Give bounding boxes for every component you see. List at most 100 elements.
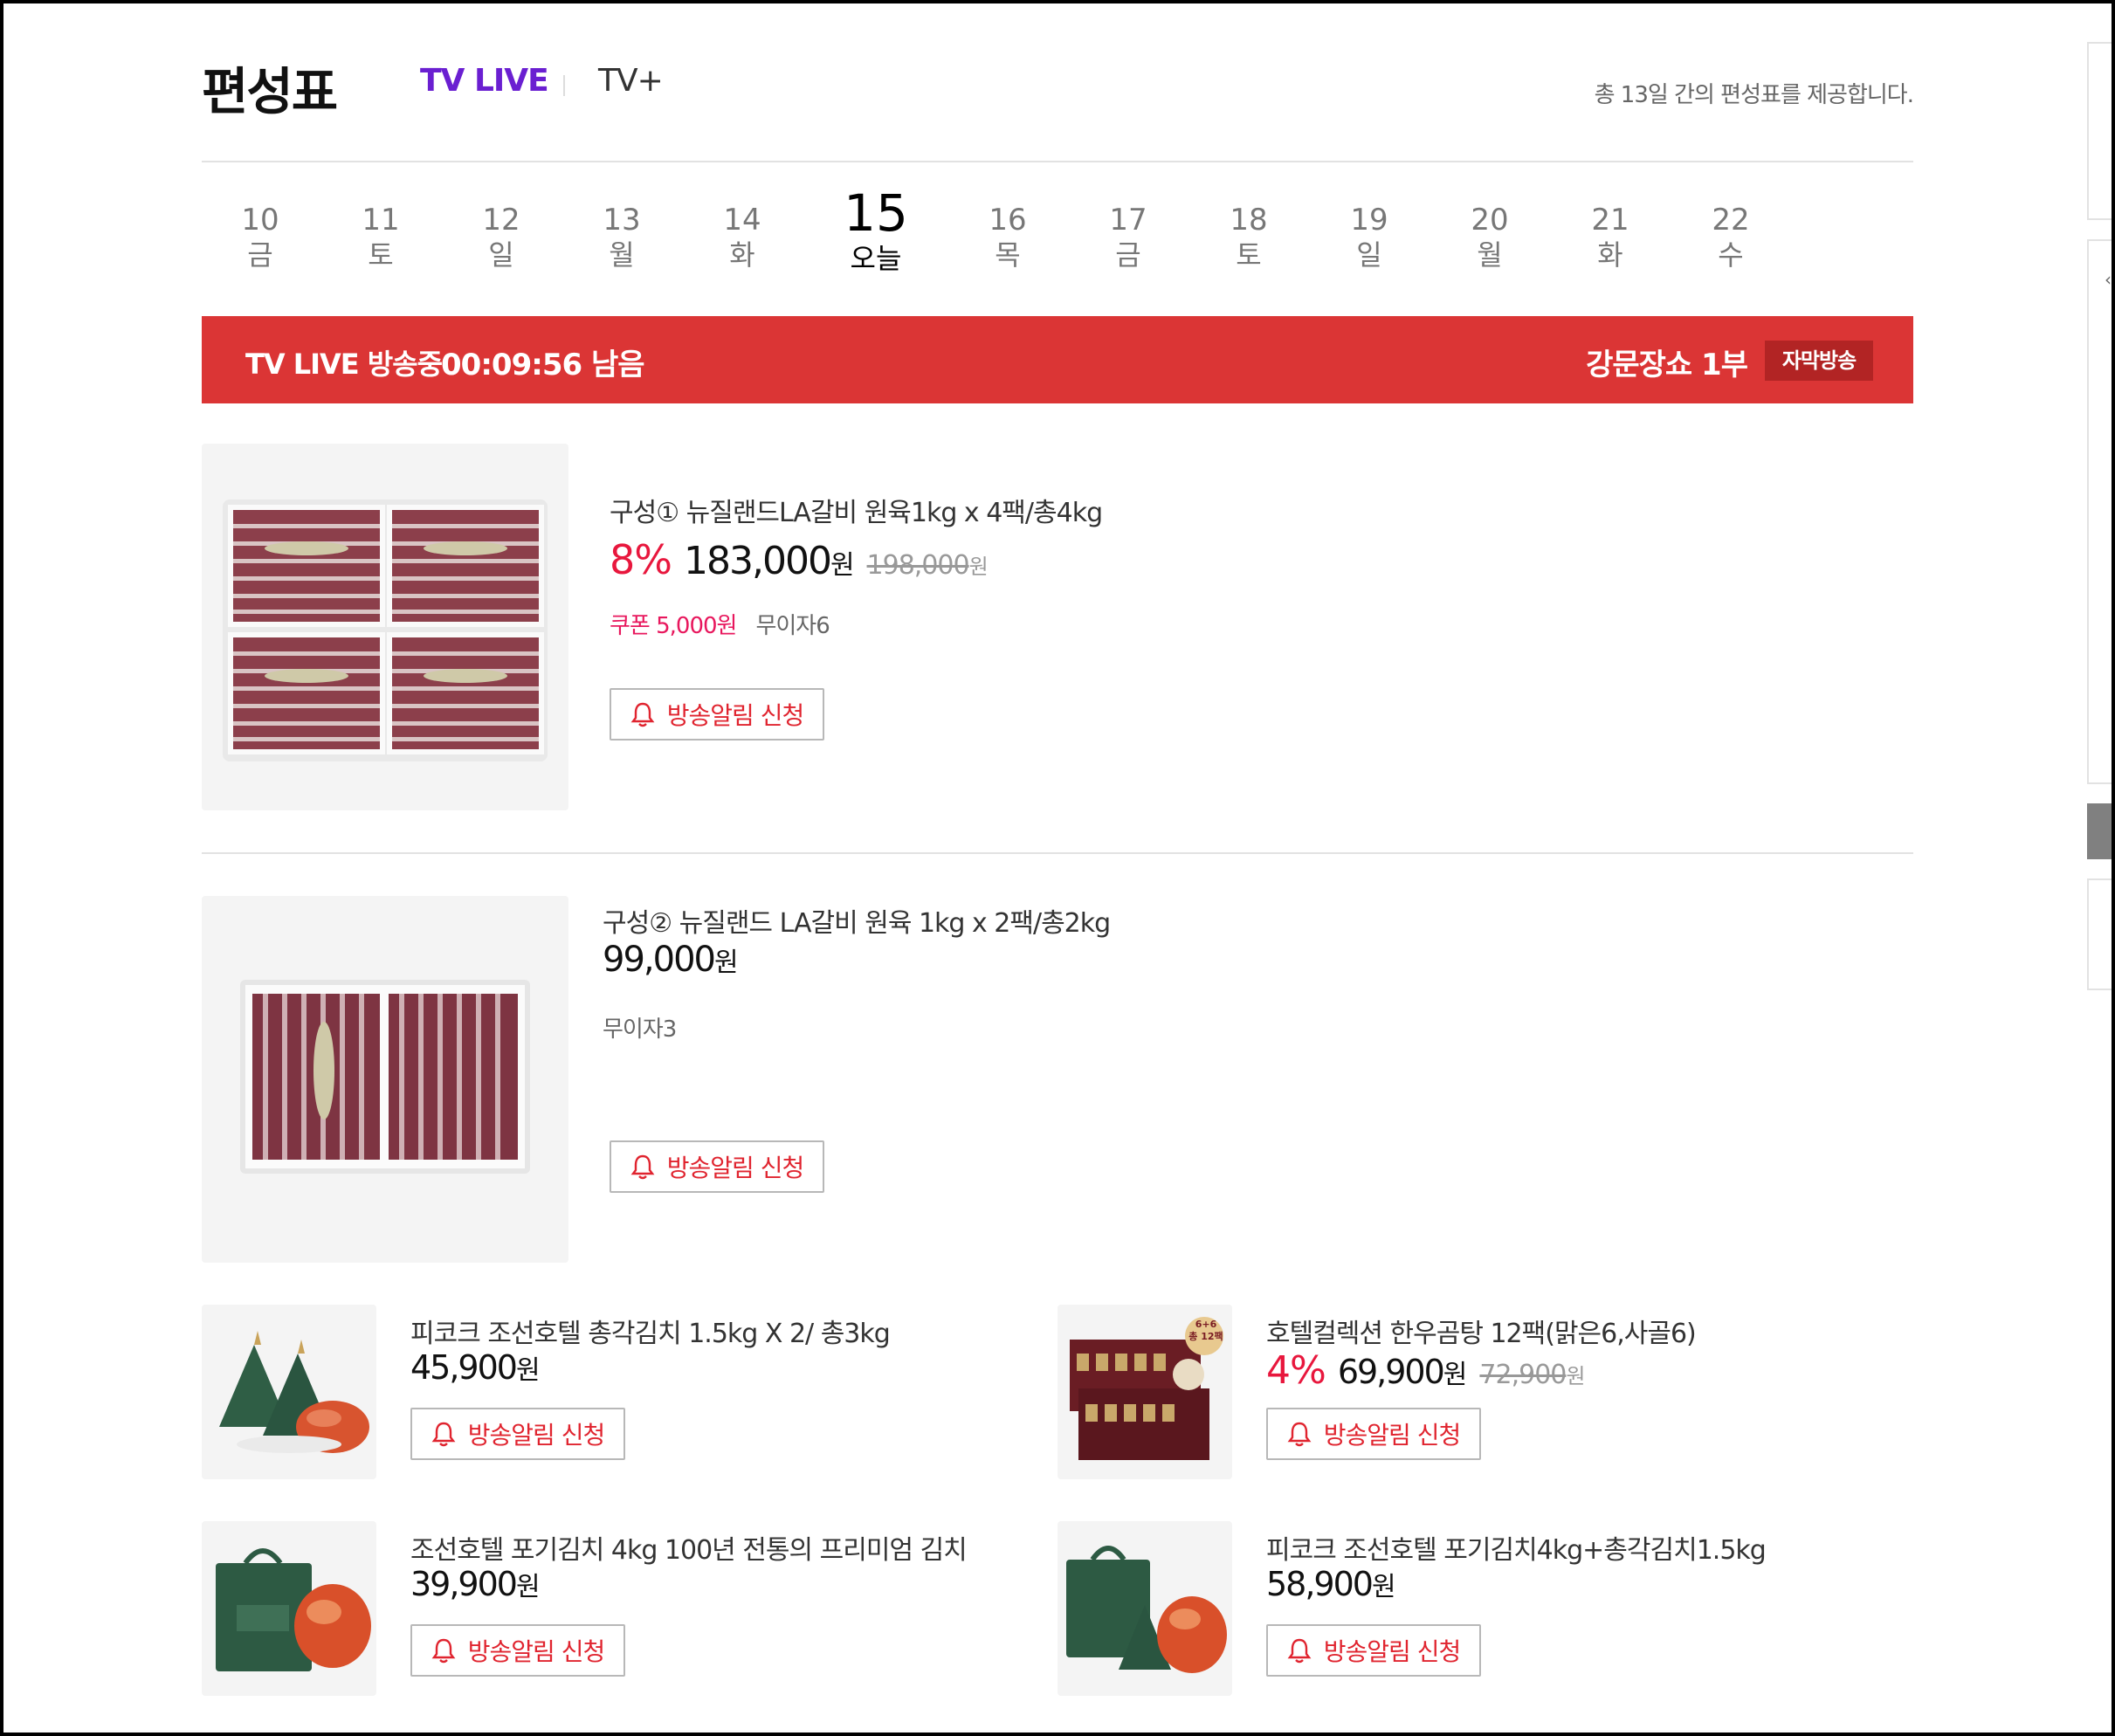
product-name[interactable]: 조선호텔 포기김치 4kg 100년 전통의 프리미엄 김치 — [410, 1528, 968, 1567]
date-day: 10 — [241, 203, 279, 238]
date-19[interactable]: 19 일 — [1330, 203, 1409, 272]
date-day: 11 — [362, 203, 400, 238]
alarm-label: 방송알림 신청 — [467, 1637, 605, 1666]
date-weekday: 금 — [247, 238, 273, 272]
product-name[interactable]: 피코크 조선호텔 총각김치 1.5kg X 2/ 총3kg — [410, 1312, 891, 1350]
date-day: 19 — [1350, 203, 1388, 238]
schedule-note: 총 13일 간의 편성표를 제공합니다. — [1594, 82, 1914, 108]
product-price-row: 99,000원 — [603, 940, 739, 980]
date-weekday: 토 — [1236, 238, 1262, 272]
date-selector: 10 금 11 토 12 일 13 월 14 화 15 오늘 16 목 17 금 18 토 19 일… — [202, 185, 1913, 281]
product-image-kimchi-set[interactable] — [1058, 1521, 1232, 1696]
coupon-info: 쿠폰 5,000원 — [610, 613, 737, 639]
live-remaining-time: 00:09:56 남음 — [441, 348, 645, 382]
tab-tv-plus[interactable]: TV+ — [598, 63, 664, 99]
product-image-hanwoo-gomtang[interactable]: 6+6 총 12팩 — [1058, 1305, 1232, 1479]
date-11[interactable]: 11 토 — [341, 203, 420, 272]
date-day: 14 — [723, 203, 761, 238]
image-badge-top: 6+6 — [1195, 1319, 1217, 1330]
live-status-bar[interactable]: TV LIVE 방송중 00:09:56 남음 강문장쇼 1부 자막방송 — [202, 316, 1913, 403]
original-price: 198,000 — [866, 550, 970, 581]
schedule-header: 편성표 TV LIVE TV+ 총 13일 간의 편성표를 제공합니다. — [202, 45, 1914, 121]
broadcast-alarm-button[interactable]: 방송알림 신청 — [610, 688, 824, 741]
product-price-row: 39,900원 — [410, 1565, 541, 1603]
currency-unit: 원 — [968, 555, 989, 579]
date-day: 15 — [844, 183, 908, 243]
date-day: 12 — [482, 203, 520, 238]
tab-tv-live[interactable]: TV LIVE — [420, 63, 549, 99]
currency-unit: 원 — [1566, 1364, 1586, 1388]
broadcast-alarm-button[interactable]: 방송알림 신청 — [610, 1140, 824, 1193]
product-name[interactable]: 피코크 조선호텔 포기김치4kg+총각김치1.5kg — [1266, 1528, 1767, 1567]
live-show-title: 강문장쇼 1부 — [1586, 348, 1748, 382]
product-image-la-galbi-2kg[interactable] — [202, 896, 568, 1263]
scrollbar-thumb[interactable] — [2087, 803, 2115, 859]
original-price: 72,900 — [1479, 1360, 1567, 1390]
broadcast-alarm-button[interactable]: 방송알림 신청 — [410, 1624, 625, 1677]
date-20[interactable]: 20 월 — [1450, 203, 1529, 272]
bell-icon — [1287, 1422, 1312, 1447]
divider — [202, 161, 1913, 162]
product-name[interactable]: 호텔컬렉션 한우곰탕 12팩(맑은6,사골6) — [1266, 1312, 1697, 1350]
date-12[interactable]: 12 일 — [462, 203, 541, 272]
tab-divider — [563, 75, 565, 96]
date-weekday: 일 — [488, 238, 514, 272]
date-weekday: 토 — [368, 238, 394, 272]
alarm-label: 방송알림 신청 — [666, 1154, 804, 1182]
date-weekday: 월 — [609, 238, 635, 272]
product-name[interactable]: 구성① 뉴질랜드LA갈비 원육1kg x 4팩/총4kg — [610, 491, 1103, 529]
date-weekday: 월 — [1477, 238, 1503, 272]
broadcast-alarm-button[interactable]: 방송알림 신청 — [410, 1408, 625, 1460]
product-name[interactable]: 구성② 뉴질랜드 LA갈비 원육 1kg x 2팩/총2kg — [603, 901, 1111, 940]
sale-price: 39,900 — [410, 1565, 518, 1603]
date-15-today[interactable]: 15 오늘 — [837, 185, 915, 276]
bell-icon — [630, 702, 655, 727]
discount-rate: 8% — [610, 536, 672, 583]
currency-unit: 원 — [1443, 1360, 1468, 1390]
live-status: TV LIVE 방송중 — [245, 348, 443, 381]
date-14[interactable]: 14 화 — [703, 203, 782, 272]
meat-tray-2pack-image — [240, 980, 530, 1174]
date-21[interactable]: 21 화 — [1571, 203, 1650, 272]
alarm-label: 방송알림 신청 — [666, 701, 804, 730]
sale-price: 45,900 — [410, 1348, 518, 1387]
installment-info: 무이자6 — [755, 613, 830, 639]
bell-icon — [630, 1154, 655, 1180]
chevron-left-icon[interactable]: ‹ — [2105, 269, 2112, 290]
side-panel-top — [2087, 42, 2115, 220]
currency-unit: 원 — [1371, 1572, 1396, 1602]
currency-unit: 원 — [830, 550, 855, 581]
product-price-row: 58,900원 — [1266, 1565, 1396, 1603]
image-badge: 6+6 총 12팩 — [1188, 1319, 1223, 1343]
date-13[interactable]: 13 월 — [582, 203, 661, 272]
alarm-label: 방송알림 신청 — [1323, 1637, 1461, 1666]
currency-unit: 원 — [515, 1355, 541, 1386]
date-18[interactable]: 18 토 — [1209, 203, 1288, 272]
date-weekday: 일 — [1356, 238, 1382, 272]
date-day: 16 — [989, 203, 1027, 238]
date-weekday: 수 — [1718, 238, 1744, 272]
date-day: 13 — [603, 203, 641, 238]
image-badge-bottom: 총 12팩 — [1188, 1331, 1223, 1342]
product-image-chonggak-kimchi[interactable] — [202, 1305, 376, 1479]
date-16[interactable]: 16 목 — [968, 203, 1047, 272]
broadcast-alarm-button[interactable]: 방송알림 신청 — [1266, 1624, 1481, 1677]
date-day: 20 — [1471, 203, 1509, 238]
date-22[interactable]: 22 수 — [1691, 203, 1770, 272]
product-image-pogi-kimchi[interactable] — [202, 1521, 376, 1696]
kimchi-pouch-image — [219, 1331, 369, 1453]
product-benefits: 무이자3 — [603, 1011, 677, 1044]
kimchi-bag-image — [216, 1548, 371, 1671]
broadcast-alarm-button[interactable]: 방송알림 신청 — [1266, 1408, 1481, 1460]
alarm-label: 방송알림 신청 — [467, 1421, 605, 1450]
side-panel-bottom — [2087, 878, 2115, 990]
page-title: 편성표 — [202, 62, 338, 121]
product-image-la-galbi-4kg[interactable] — [202, 444, 568, 810]
date-10[interactable]: 10 금 — [221, 203, 300, 272]
date-day: 18 — [1230, 203, 1268, 238]
currency-unit: 원 — [515, 1572, 541, 1602]
meat-tray-4pack-image — [223, 499, 548, 761]
date-day: 21 — [1591, 203, 1629, 238]
date-17[interactable]: 17 금 — [1089, 203, 1168, 272]
sale-price: 183,000 — [683, 539, 832, 583]
